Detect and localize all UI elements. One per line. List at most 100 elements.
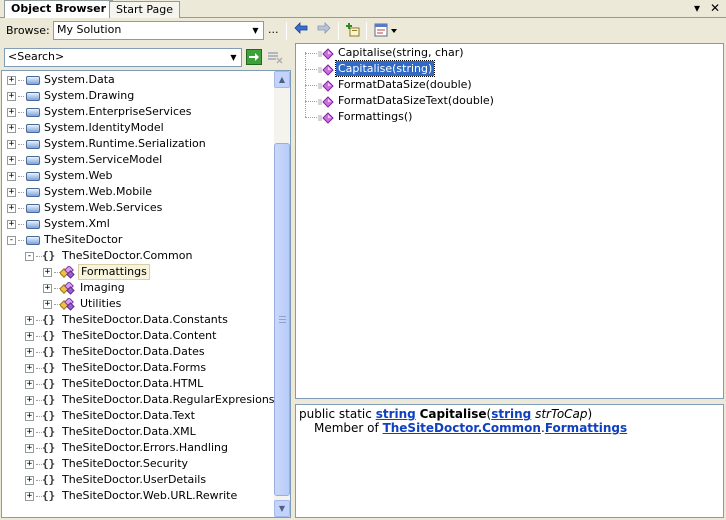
- scroll-down-arrow-icon[interactable]: ▼: [274, 500, 290, 517]
- class-icon: [59, 297, 75, 311]
- expand-icon[interactable]: +: [25, 492, 34, 501]
- go-arrow-icon[interactable]: [246, 49, 262, 65]
- tree-item-label: System.IdentityModel: [44, 121, 164, 134]
- member-item[interactable]: Formattings(): [304, 109, 604, 125]
- scroll-up-arrow-icon[interactable]: ▲: [274, 71, 290, 88]
- add-reference-icon[interactable]: [344, 22, 362, 40]
- expand-icon[interactable]: +: [7, 140, 16, 149]
- tree-connector: [18, 144, 24, 145]
- class-link[interactable]: Formattings: [545, 421, 627, 435]
- tree-item[interactable]: + System.Data: [2, 72, 274, 88]
- member-item[interactable]: Capitalise(string, char): [304, 45, 604, 61]
- expand-icon[interactable]: +: [25, 348, 34, 357]
- search-input[interactable]: <Search> ▼: [4, 48, 242, 67]
- method-name: Capitalise: [419, 407, 487, 421]
- tree-item[interactable]: + Imaging: [2, 280, 274, 296]
- member-label: FormatDataSize(double): [338, 78, 472, 91]
- tree-item[interactable]: + System.Runtime.Serialization: [2, 136, 274, 152]
- expand-icon[interactable]: +: [7, 156, 16, 165]
- back-arrow-icon[interactable]: [292, 22, 310, 40]
- tab-start-page[interactable]: Start Page: [109, 1, 180, 18]
- tree-item[interactable]: + {} TheSiteDoctor.Security: [2, 456, 274, 472]
- scrollbar-thumb[interactable]: [274, 143, 290, 496]
- expand-icon[interactable]: +: [7, 76, 16, 85]
- tree-item[interactable]: + {} TheSiteDoctor.UserDetails: [2, 472, 274, 488]
- tree-item[interactable]: + System.IdentityModel: [2, 120, 274, 136]
- customize-browse-button[interactable]: ...: [268, 23, 279, 36]
- expand-icon[interactable]: +: [25, 380, 34, 389]
- tree-item[interactable]: + System.ServiceModel: [2, 152, 274, 168]
- namespace-icon: {}: [42, 345, 56, 358]
- tree-item[interactable]: + {} TheSiteDoctor.Data.RegularExpresions: [2, 392, 274, 408]
- object-tree[interactable]: + System.Data + System.Drawing + System.Enter…: [1, 70, 274, 518]
- assembly-icon: [26, 140, 40, 149]
- return-type-link[interactable]: string: [376, 407, 416, 421]
- tree-item[interactable]: + Utilities: [2, 296, 274, 312]
- tree-item[interactable]: + System.EnterpriseServices: [2, 104, 274, 120]
- expand-icon[interactable]: +: [7, 172, 16, 181]
- expand-icon[interactable]: +: [43, 300, 52, 309]
- namespace-icon: {}: [42, 361, 56, 374]
- chevron-down-icon[interactable]: ▾: [690, 1, 704, 15]
- tree-item[interactable]: + System.Web.Mobile: [2, 184, 274, 200]
- close-icon[interactable]: ✕: [708, 1, 722, 15]
- tree-item[interactable]: + Formattings: [2, 264, 274, 280]
- expand-icon[interactable]: +: [7, 188, 16, 197]
- tree-item[interactable]: + {} TheSiteDoctor.Data.Text: [2, 408, 274, 424]
- expand-icon[interactable]: +: [25, 316, 34, 325]
- members-pane[interactable]: Capitalise(string, char) Capitalise(strin…: [295, 43, 724, 399]
- expand-icon[interactable]: +: [43, 284, 52, 293]
- document-tab-strip: Object Browser Start Page ▾ ✕: [0, 0, 726, 18]
- expand-icon[interactable]: +: [25, 396, 34, 405]
- tree-item[interactable]: + {} TheSiteDoctor.Errors.Handling: [2, 440, 274, 456]
- method-icon: [318, 80, 334, 92]
- expand-icon[interactable]: +: [25, 412, 34, 421]
- tree-item[interactable]: - TheSiteDoctor: [2, 232, 274, 248]
- tree-item[interactable]: + {} TheSiteDoctor.Web.URL.Rewrite: [2, 488, 274, 504]
- tab-object-browser[interactable]: Object Browser: [4, 0, 114, 18]
- param-type-link[interactable]: string: [491, 407, 531, 421]
- settings-icon[interactable]: [372, 22, 400, 40]
- tree-item[interactable]: + {} TheSiteDoctor.Data.HTML: [2, 376, 274, 392]
- search-input-value: <Search>: [8, 50, 65, 63]
- member-description-pane: public static string Capitalise(string s…: [295, 404, 724, 518]
- expand-icon[interactable]: +: [43, 268, 52, 277]
- tree-item-label: Imaging: [80, 281, 125, 294]
- grip-line: [279, 322, 286, 323]
- expand-icon[interactable]: +: [25, 364, 34, 373]
- tree-item[interactable]: + System.Drawing: [2, 88, 274, 104]
- expand-icon[interactable]: +: [25, 428, 34, 437]
- browse-scope-dropdown[interactable]: My Solution ▼: [53, 21, 264, 40]
- expand-icon[interactable]: +: [25, 476, 34, 485]
- collapse-icon[interactable]: -: [25, 252, 34, 261]
- tree-item[interactable]: + {} TheSiteDoctor.Data.Content: [2, 328, 274, 344]
- expand-icon[interactable]: +: [7, 204, 16, 213]
- expand-icon[interactable]: +: [25, 444, 34, 453]
- member-item[interactable]: FormatDataSizeText(double): [304, 93, 604, 109]
- expand-icon[interactable]: +: [7, 124, 16, 133]
- tree-item[interactable]: + {} TheSiteDoctor.Data.XML: [2, 424, 274, 440]
- tree-scrollbar[interactable]: ▲ ▼: [274, 70, 291, 518]
- expand-icon[interactable]: +: [7, 220, 16, 229]
- forward-arrow-icon[interactable]: [315, 22, 333, 40]
- expand-icon[interactable]: +: [25, 460, 34, 469]
- expand-icon[interactable]: +: [25, 332, 34, 341]
- namespace-icon: {}: [42, 329, 56, 342]
- member-item[interactable]: FormatDataSize(double): [304, 77, 604, 93]
- tree-item-label: TheSiteDoctor: [44, 233, 123, 246]
- tree-item[interactable]: + System.Web: [2, 168, 274, 184]
- clear-search-icon[interactable]: [266, 50, 284, 66]
- assembly-icon: [26, 76, 40, 85]
- expand-icon[interactable]: +: [7, 92, 16, 101]
- tree-item[interactable]: + System.Web.Services: [2, 200, 274, 216]
- tree-item[interactable]: + System.Xml: [2, 216, 274, 232]
- member-item[interactable]: Capitalise(string): [304, 60, 604, 77]
- assembly-icon: [26, 188, 40, 197]
- tree-item[interactable]: -{} TheSiteDoctor.Common: [2, 248, 274, 264]
- namespace-link[interactable]: TheSiteDoctor.Common: [383, 421, 541, 435]
- tree-item[interactable]: + {} TheSiteDoctor.Data.Forms: [2, 360, 274, 376]
- tree-item[interactable]: + {} TheSiteDoctor.Data.Dates: [2, 344, 274, 360]
- tree-item[interactable]: + {} TheSiteDoctor.Data.Constants: [2, 312, 274, 328]
- expand-icon[interactable]: +: [7, 108, 16, 117]
- collapse-icon[interactable]: -: [7, 236, 16, 245]
